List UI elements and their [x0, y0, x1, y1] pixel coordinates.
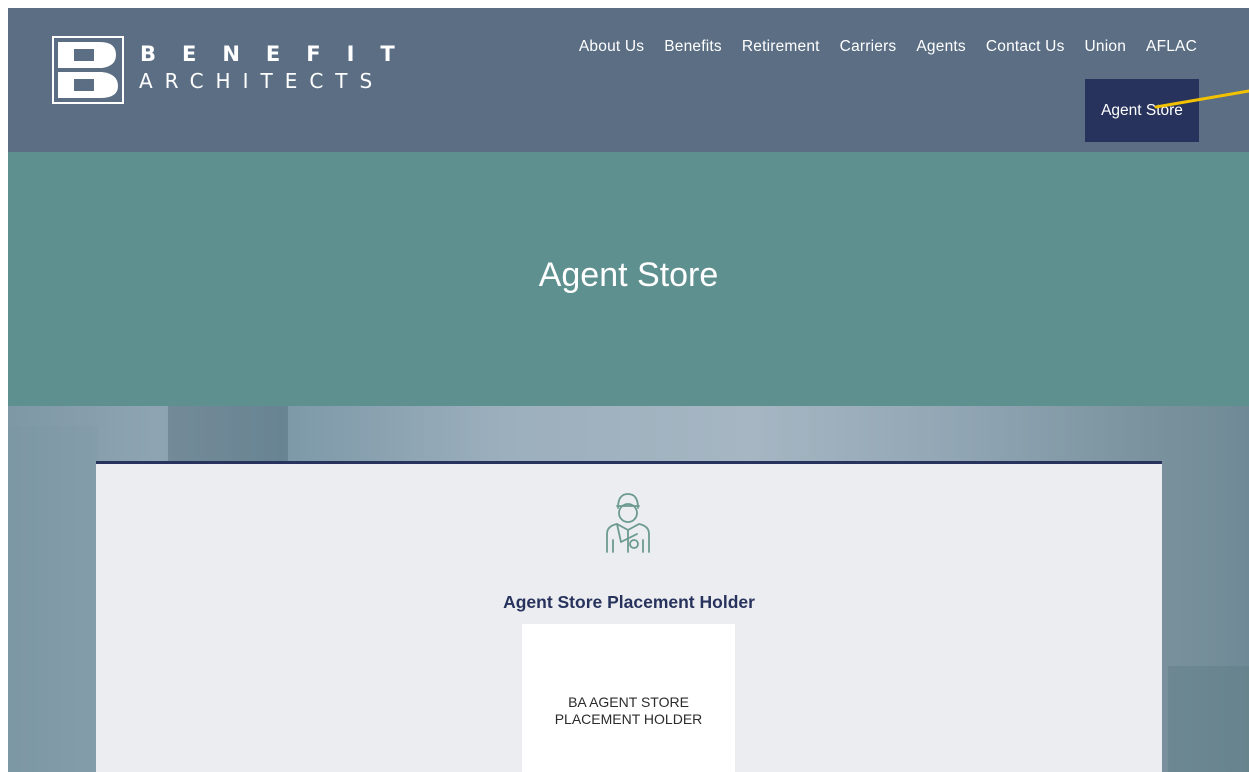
page: BENEFIT ARCHITECTS About Us Benefits Ret…: [8, 8, 1249, 772]
main-nav: About Us Benefits Retirement Carriers Ag…: [559, 38, 1197, 56]
background-shape: [8, 426, 98, 772]
background-shape: [168, 406, 288, 466]
nav-aflac[interactable]: AFLAC: [1146, 38, 1197, 56]
placeholder-text: BA AGENT STORE PLACEMENT HOLDER: [522, 694, 735, 728]
background-shape: [1168, 666, 1249, 772]
agent-person-icon: [606, 493, 650, 553]
page-title: Agent Store: [538, 256, 719, 294]
nav-contact-us[interactable]: Contact Us: [986, 38, 1065, 56]
nav-carriers[interactable]: Carriers: [840, 38, 897, 56]
logo-mark-icon: [52, 36, 124, 104]
placeholder-line: PLACEMENT HOLDER: [554, 711, 703, 727]
card-title: Agent Store Placement Holder: [503, 592, 755, 612]
nav-agents[interactable]: Agents: [916, 38, 965, 56]
content-card: Agent Store Placement Holder BA AGENT ST…: [96, 461, 1162, 772]
site-logo[interactable]: BENEFIT ARCHITECTS: [52, 36, 432, 106]
logo-word-benefit: BENEFIT: [140, 42, 421, 66]
nav-benefits[interactable]: Benefits: [664, 38, 722, 56]
placeholder-image: BA AGENT STORE PLACEMENT HOLDER: [522, 624, 735, 772]
nav-union[interactable]: Union: [1085, 38, 1127, 56]
nav-retirement[interactable]: Retirement: [742, 38, 820, 56]
hero-banner: Agent Store: [8, 152, 1249, 406]
logo-word-architects: ARCHITECTS: [139, 69, 385, 93]
site-header: BENEFIT ARCHITECTS About Us Benefits Ret…: [8, 8, 1249, 152]
nav-about-us[interactable]: About Us: [579, 38, 644, 56]
annotation-arrow-icon: [1154, 89, 1249, 109]
placeholder-line: BA AGENT STORE: [568, 694, 689, 710]
